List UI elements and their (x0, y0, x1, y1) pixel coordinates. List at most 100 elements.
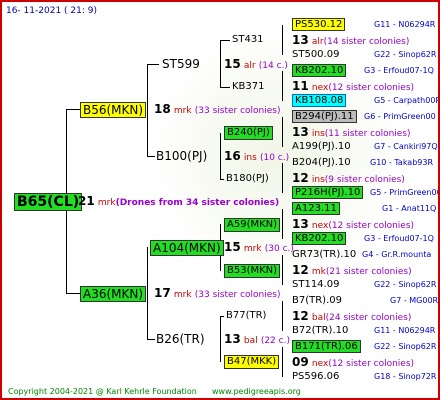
gen4-queen-label[interactable]: ST500.09 (292, 49, 339, 60)
tree-line (66, 293, 80, 294)
gen4-mark: nex (311, 359, 329, 369)
tree-line (220, 179, 224, 180)
gen4-source: G5 - PrimGreen00 (370, 188, 440, 197)
gen4-queen-row: A199(PJ).10 G7 - Cankiri97Q (292, 141, 438, 153)
root-mark: mrk (97, 198, 116, 208)
tree-line (282, 117, 283, 147)
gen4-mark: ins (311, 129, 325, 139)
gen4-source: G7 - Cankiri97Q (374, 142, 438, 151)
gen2-count: (30 c.) (264, 244, 294, 254)
gen4-source: G22 - Sinop62R (374, 280, 437, 289)
gen1-count: (33 sister colonies) (194, 106, 281, 116)
gen2-mark: alr (243, 61, 256, 71)
tree-line (282, 301, 283, 331)
gen4-queen-label[interactable]: A199(PJ).10 (292, 141, 351, 152)
tree-line (282, 71, 283, 101)
gen1-mark: mrk (173, 290, 192, 300)
gen4-count: (12 sister colonies) (328, 221, 415, 231)
gen4-queen-row: KB108.08 G5 - Carpath00R (292, 94, 438, 107)
tree-line (220, 316, 224, 317)
gen4-source: G7 - MG00R (390, 296, 439, 305)
gen3-queen-label[interactable]: B240(PJ) (224, 126, 273, 140)
gen4-count: (12 sister colonies) (328, 83, 415, 93)
gen4-drone-row: 09 nex(12 sister colonies) (292, 356, 414, 370)
gen1-drone-info: 18 mrk (33 sister colonies) (154, 103, 281, 117)
gen2-drone-info: 15 mrk (30 c.) (224, 241, 294, 255)
gen3-queen-label[interactable]: ST431 (232, 34, 264, 46)
gen4-drone-row: 12 mk(21 sister colonies) (292, 264, 412, 278)
gen4-number: 11 (292, 79, 309, 93)
gen4-mark: mk (311, 267, 326, 277)
gen3-queen-label[interactable]: B180(PJ) (226, 173, 269, 185)
gen4-count: (14 sister colonies) (323, 37, 410, 47)
gen4-queen-row: B7(TR).09 G7 - MG00R (292, 295, 438, 307)
gen2-drone-info: 16 ins (10 c.) (224, 150, 289, 164)
gen4-queen-row: B72(TR).10 G11 - N06294R (292, 325, 435, 337)
gen2-mark: ins (243, 153, 257, 163)
gen4-queen-label[interactable]: KB108.08 (292, 94, 347, 107)
gen4-queen-label[interactable]: PS596.06 (292, 371, 339, 382)
gen4-queen-row: GR73(TR).10 G4 - Gr.R.mounta (292, 249, 431, 261)
gen3-queen-label[interactable]: KB371 (232, 81, 265, 93)
gen4-queen-row: PS596.06 G18 - Sinop72R (292, 371, 436, 383)
footer-copyright: Copyright 2004-2021 @ Karl Kehrle Founda… (8, 387, 197, 396)
tree-line (147, 339, 155, 340)
gen3-queen-label[interactable]: B77(TR) (226, 310, 266, 322)
gen2-queen-label[interactable]: ST599 (162, 57, 200, 71)
gen4-count: (9 sister colonies) (324, 175, 405, 185)
gen4-count: (21 sister colonies) (325, 267, 412, 277)
gen4-number: 12 (292, 263, 309, 277)
gen1-number: 17 (154, 286, 171, 300)
gen3-queen-label[interactable]: A59(MKN) (224, 218, 281, 232)
gen4-queen-label[interactable]: A123.11 (292, 202, 340, 215)
gen2-count: (14 c.) (258, 61, 288, 71)
tree-line (282, 209, 283, 239)
gen1-queen-label[interactable]: A36(MKN) (80, 286, 147, 302)
gen4-queen-label[interactable]: KB202.10 (292, 232, 347, 245)
gen4-drone-row: 12 bal(24 sister colonies) (292, 310, 411, 324)
tree-line (147, 64, 159, 65)
gen2-number: 13 (224, 332, 241, 346)
gen4-source: G6 - PrimGreen00 (364, 112, 436, 121)
gen4-queen-label[interactable]: B72(TR).10 (292, 325, 348, 336)
gen4-queen-row: P216H(PJ).10 G5 - PrimGreen00 (292, 186, 438, 199)
gen4-count: (12 sister colonies) (328, 359, 415, 369)
gen4-source: G22 - Sinop62R (374, 342, 437, 351)
gen4-source: G11 - N06294R (374, 20, 436, 29)
gen4-queen-label[interactable]: B204(PJ).10 (292, 157, 351, 168)
gen4-queen-row: B294(PJ).11 G6 - PrimGreen00 (292, 110, 436, 123)
gen4-mark: bal (311, 313, 326, 323)
tree-line (282, 25, 283, 55)
gen4-queen-label[interactable]: PS530.12 (292, 18, 346, 31)
gen4-mark: alr (311, 37, 324, 47)
gen2-queen-label[interactable]: B100(PJ) (156, 149, 207, 163)
gen2-mark: mrk (243, 244, 262, 254)
gen4-count: (24 sister colonies) (325, 313, 412, 323)
root-drone-info: 21 mrk(Drones from 34 sister colonies) (78, 195, 279, 209)
gen4-queen-label[interactable]: B294(PJ).11 (292, 110, 357, 123)
gen3-queen-label[interactable]: B53(MKN) (224, 264, 281, 278)
gen2-queen-label[interactable]: A104(MKN) (150, 240, 224, 256)
gen4-number: 12 (292, 171, 309, 185)
root-queen-label[interactable]: B65(CL) (14, 193, 83, 211)
gen4-drone-row: 12 ins(9 sister colonies) (292, 172, 405, 186)
gen1-queen-label[interactable]: B56(MKN) (80, 102, 147, 118)
gen4-queen-label[interactable]: B7(TR).09 (292, 295, 342, 306)
gen3-queen-label[interactable]: B47(MKK) (224, 355, 280, 369)
footer-website-link[interactable]: www.pedigreeapis.org (212, 386, 301, 398)
tree-line (147, 247, 148, 339)
gen4-drone-row: 13 nex(12 sister colonies) (292, 218, 414, 232)
gen4-queen-label[interactable]: P216H(PJ).10 (292, 186, 364, 199)
tree-line (220, 87, 230, 88)
gen2-number: 15 (224, 57, 241, 71)
gen4-queen-label[interactable]: B171(TR).06 (292, 340, 361, 353)
gen4-queen-label[interactable]: KB202.10 (292, 64, 347, 77)
gen4-queen-label[interactable]: ST114.09 (292, 279, 339, 290)
gen4-mark: nex (311, 83, 329, 93)
gen2-queen-label[interactable]: B26(TR) (156, 332, 205, 346)
gen4-mark: ins (311, 175, 325, 185)
gen4-queen-label[interactable]: GR73(TR).10 (292, 249, 356, 260)
gen4-queen-row: KB202.10 G3 - Erfoud07-1Q (292, 64, 434, 77)
gen4-queen-row: KB202.10 G3 - Erfoud07-1Q (292, 232, 434, 245)
gen4-number: 13 (292, 125, 309, 139)
